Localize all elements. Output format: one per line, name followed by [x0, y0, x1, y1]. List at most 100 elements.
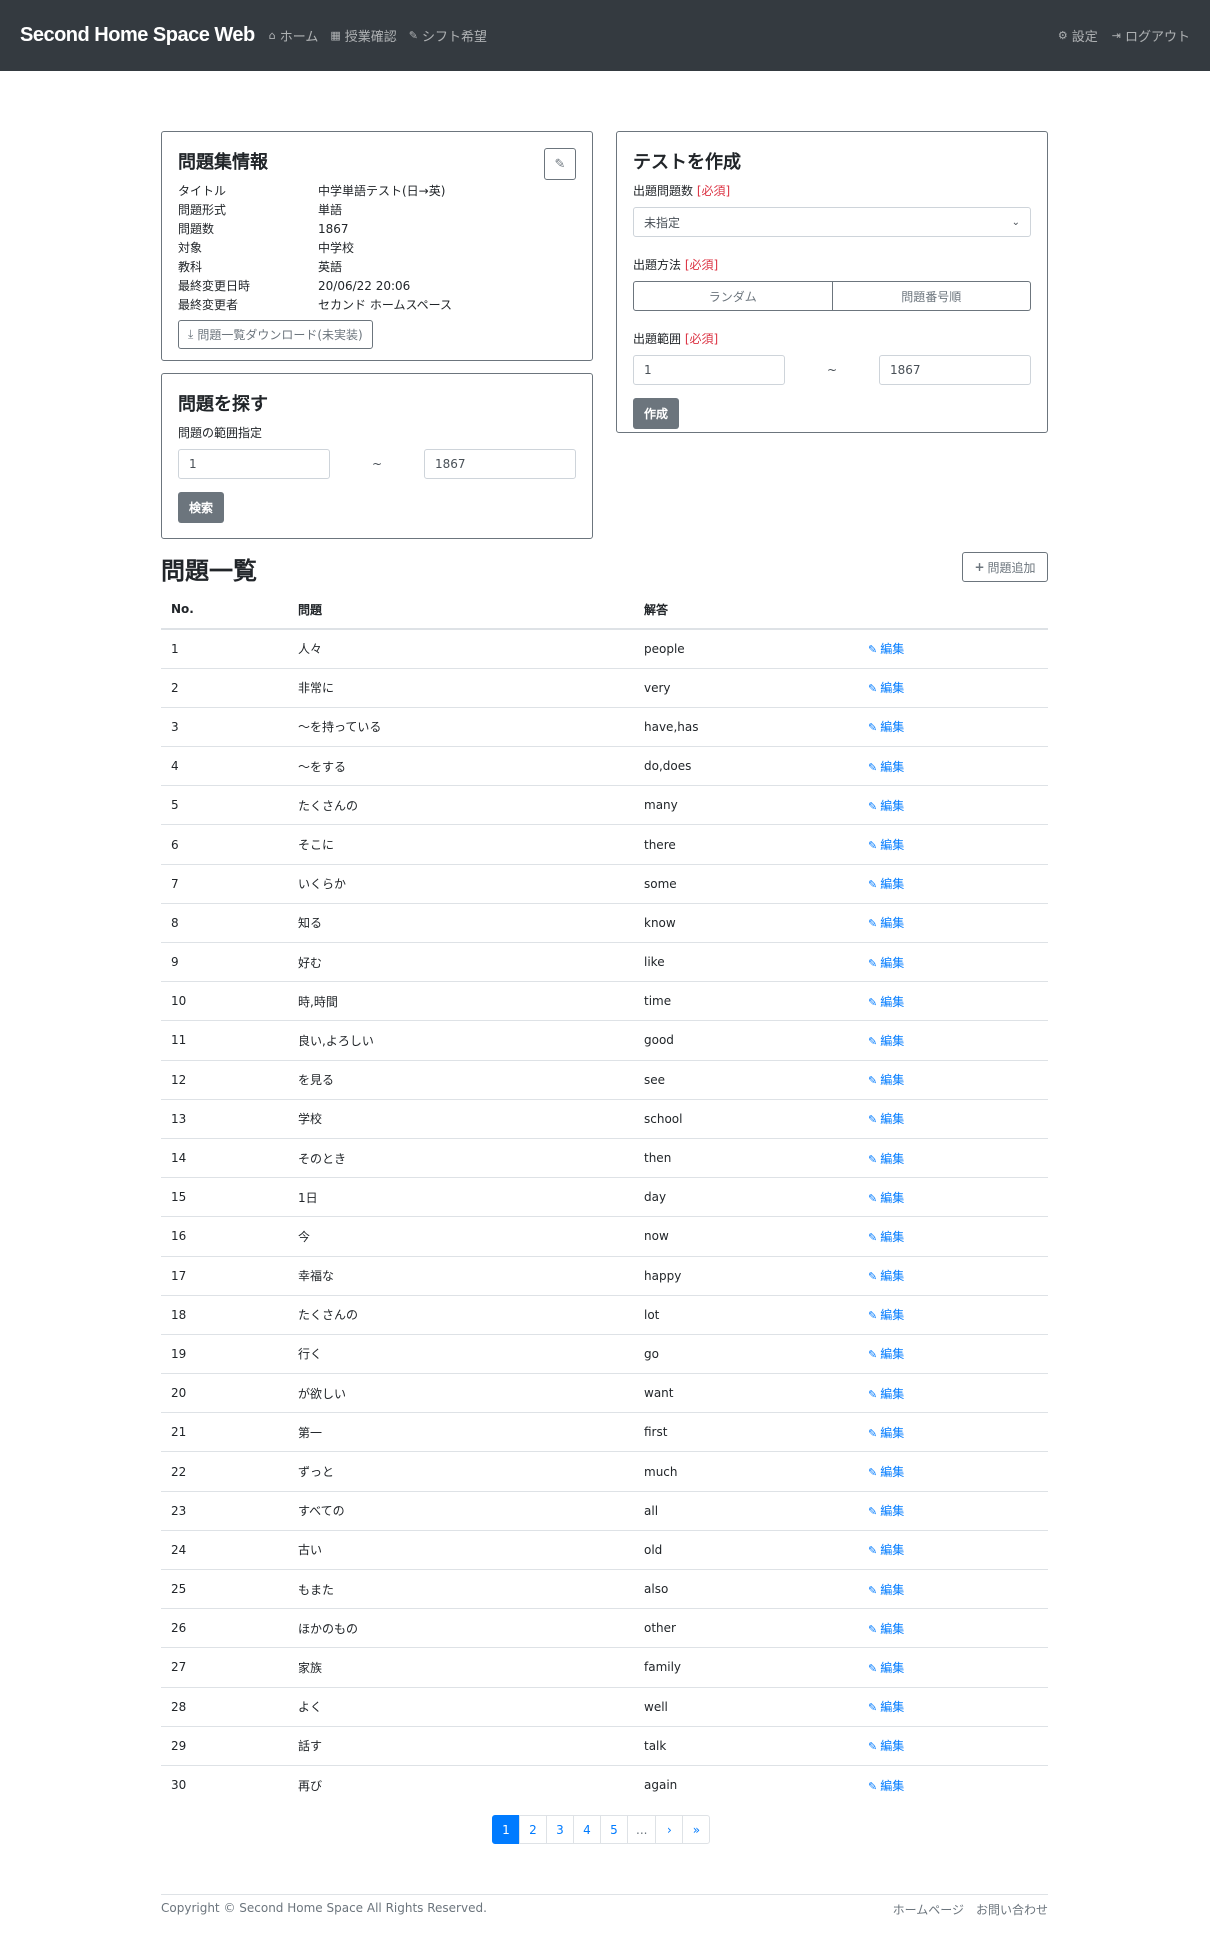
page-1-button[interactable]: 1	[492, 1815, 520, 1844]
edit-question-link[interactable]: ✎ 編集	[858, 941, 1048, 982]
method-ordered-button[interactable]: 問題番号順	[832, 281, 1031, 311]
pencil-icon: ✎	[868, 878, 878, 892]
row-no: 8	[161, 902, 288, 943]
nav-classes[interactable]: ▦ 授業確認	[330, 26, 396, 45]
table-row: 2 非常に very ✎ 編集	[161, 667, 1048, 708]
table-row: 16 今 now ✎ 編集	[161, 1216, 1048, 1256]
info-value: 中学単語テスト(日→英)	[318, 184, 446, 198]
page-3-button[interactable]: 3	[546, 1815, 574, 1844]
pagination: 1 2 3 4 5... ›»	[492, 1815, 711, 1844]
edit-question-link[interactable]: ✎ 編集	[858, 824, 1048, 865]
page-5-button[interactable]: 5	[600, 1815, 628, 1844]
edit-label: 編集	[880, 798, 905, 813]
edit-question-link[interactable]: ✎ 編集	[858, 1490, 1048, 1531]
edit-question-link[interactable]: ✎ 編集	[858, 1059, 1048, 1100]
page-4-button[interactable]: 4	[573, 1815, 601, 1844]
edit-label: 編集	[880, 1465, 905, 1480]
edit-question-link[interactable]: ✎ 編集	[858, 1568, 1048, 1609]
edit-question-link[interactable]: ✎ 編集	[858, 1177, 1048, 1217]
edit-question-link[interactable]: ✎ 編集	[858, 746, 1048, 786]
edit-question-link[interactable]: ✎ 編集	[858, 1764, 1048, 1805]
question-count-select[interactable]: 未指定 ⌄	[633, 207, 1031, 237]
row-question: よく	[288, 1686, 634, 1727]
edit-question-link[interactable]: ✎ 編集	[858, 1647, 1048, 1688]
search-button[interactable]: 検索	[178, 492, 225, 523]
pencil-icon: ✎	[868, 839, 878, 853]
edit-question-link[interactable]: ✎ 編集	[858, 1216, 1048, 1256]
create-test-button[interactable]: 作成	[633, 398, 680, 429]
edit-workbook-button[interactable]: ✎	[544, 148, 576, 180]
create-range-from-input[interactable]	[633, 355, 785, 385]
row-answer: like	[634, 941, 858, 982]
pencil-icon: ✎	[868, 1583, 878, 1597]
pencil-icon: ✎	[868, 1152, 878, 1166]
create-range-to-input[interactable]	[879, 355, 1031, 385]
edit-question-link[interactable]: ✎ 編集	[858, 981, 1048, 1021]
pencil-icon: ✎	[868, 1309, 878, 1323]
table-row: 29 話す talk ✎ 編集	[161, 1725, 1048, 1766]
edit-question-link[interactable]: ✎ 編集	[858, 1686, 1048, 1727]
download-list-button[interactable]: ⤓ 問題一覧ダウンロード(未実装)	[178, 320, 373, 349]
edit-question-link[interactable]: ✎ 編集	[858, 667, 1048, 708]
edit-question-link[interactable]: ✎ 編集	[858, 902, 1048, 943]
nav-settings[interactable]: ⚙ 設定	[1058, 26, 1098, 45]
row-no: 14	[161, 1137, 288, 1178]
row-no: 19	[161, 1333, 288, 1374]
edit-question-link[interactable]: ✎ 編集	[858, 1137, 1048, 1178]
download-list-label: 問題一覧ダウンロード(未実装)	[197, 328, 363, 342]
edit-question-link[interactable]: ✎ 編集	[858, 1608, 1048, 1648]
footer-homepage-link[interactable]: ホームページ	[893, 1903, 964, 1917]
table-row: 4 ～をする do,does ✎ 編集	[161, 746, 1048, 786]
row-no: 21	[161, 1412, 288, 1452]
edit-label: 編集	[880, 1229, 905, 1244]
edit-question-link[interactable]: ✎ 編集	[858, 1529, 1048, 1570]
edit-question-link[interactable]: ✎ 編集	[858, 706, 1048, 747]
edit-question-link[interactable]: ✎ 編集	[858, 1451, 1048, 1492]
edit-question-link[interactable]: ✎ 編集	[858, 785, 1048, 825]
edit-question-link[interactable]: ✎ 編集	[858, 1412, 1048, 1452]
info-key: 対象	[178, 241, 203, 255]
next-page-button[interactable]: ›	[655, 1815, 684, 1844]
edit-label: 編集	[880, 681, 905, 696]
edit-question-link[interactable]: ✎ 編集	[858, 628, 1048, 669]
nav-logout[interactable]: ⇥ ログアウト	[1112, 26, 1190, 45]
footer: Copyright © Second Home Space All Rights…	[161, 1894, 1048, 1918]
method-random-button[interactable]: ランダム	[633, 281, 833, 311]
pencil-icon: ✎	[868, 1466, 878, 1480]
page-2-button[interactable]: 2	[519, 1815, 547, 1844]
edit-question-link[interactable]: ✎ 編集	[858, 1020, 1048, 1061]
pencil-icon: ✎	[868, 760, 878, 774]
table-row: 9 好む like ✎ 編集	[161, 941, 1048, 982]
edit-question-link[interactable]: ✎ 編集	[858, 863, 1048, 904]
brand-logo[interactable]: Second Home Space Web	[20, 24, 255, 47]
nav-home-label: ホーム	[279, 30, 319, 45]
edit-question-link[interactable]: ✎ 編集	[858, 1255, 1048, 1296]
edit-question-link[interactable]: ✎ 編集	[858, 1373, 1048, 1413]
search-range-to-input[interactable]	[424, 449, 576, 479]
row-no: 28	[161, 1686, 288, 1727]
row-question: を見る	[288, 1059, 634, 1100]
required-badge: [必須]	[684, 258, 719, 272]
edit-question-link[interactable]: ✎ 編集	[858, 1098, 1048, 1139]
add-question-button[interactable]: + 問題追加	[962, 552, 1048, 582]
row-question: 話す	[288, 1725, 634, 1766]
footer-contact-link[interactable]: お問い合わせ	[976, 1903, 1048, 1917]
gear-icon: ⚙	[1057, 29, 1068, 42]
search-range-from-input[interactable]	[178, 449, 330, 479]
row-answer: well	[634, 1686, 858, 1727]
nav-home[interactable]: ⌂ ホーム	[269, 26, 319, 45]
edit-question-link[interactable]: ✎ 編集	[858, 1294, 1048, 1335]
last-page-button[interactable]: »	[682, 1815, 711, 1844]
table-row: 13 学校 school ✎ 編集	[161, 1098, 1048, 1139]
nav-shift[interactable]: ✎ シフト希望	[409, 26, 487, 45]
edit-question-link[interactable]: ✎ 編集	[858, 1725, 1048, 1766]
edit-question-link[interactable]: ✎ 編集	[858, 1333, 1048, 1374]
info-key: タイトル	[178, 184, 227, 198]
pencil-icon: ✎	[868, 1544, 878, 1558]
row-no: 25	[161, 1568, 288, 1609]
row-question: ～をする	[288, 746, 634, 786]
row-question: 古い	[288, 1529, 634, 1570]
row-question: 今	[288, 1216, 634, 1256]
edit-label: 編集	[880, 1308, 905, 1323]
question-count-value: 未指定	[644, 215, 681, 230]
